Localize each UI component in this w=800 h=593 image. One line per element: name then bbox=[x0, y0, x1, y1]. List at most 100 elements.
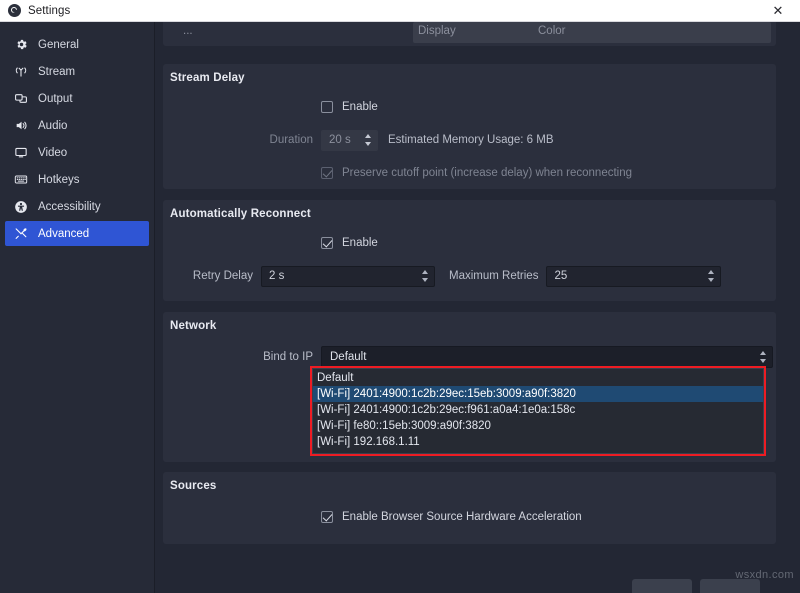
sidebar-item-label: Hotkeys bbox=[38, 174, 80, 186]
sources-title: Sources bbox=[163, 472, 776, 492]
window-title: Settings bbox=[28, 5, 70, 17]
sources-group: Sources Enable Browser Source Hardware A… bbox=[163, 472, 776, 544]
dropdown-option-label: [Wi-Fi] 2401:4900:1c2b:29ec:15eb:3009:a9… bbox=[317, 388, 576, 400]
stream-delay-enable-label[interactable]: Enable bbox=[333, 101, 378, 113]
auto-reconnect-enable-checkbox[interactable] bbox=[321, 237, 333, 249]
browser-hw-accel-label[interactable]: Enable Browser Source Hardware Accelerat… bbox=[333, 511, 582, 523]
dropdown-option-label: [Wi-Fi] 192.168.1.11 bbox=[317, 436, 420, 448]
partial-label-left: ... bbox=[183, 25, 193, 37]
sidebar-item-video[interactable]: Video bbox=[5, 140, 149, 165]
max-retries-stepper[interactable] bbox=[703, 267, 718, 286]
keyboard-icon bbox=[14, 173, 28, 187]
max-retries-value: 25 bbox=[547, 270, 703, 282]
watermark: wsxdn.com bbox=[735, 569, 794, 581]
output-icon bbox=[14, 92, 28, 106]
stream-delay-title: Stream Delay bbox=[163, 64, 776, 84]
max-retries-label: Maximum Retries bbox=[435, 270, 546, 282]
sidebar-item-label: Output bbox=[38, 93, 73, 105]
duration-value: 20 s bbox=[322, 134, 360, 146]
network-title: Network bbox=[163, 312, 776, 332]
preserve-cutoff-checkbox[interactable] bbox=[321, 167, 333, 179]
estimated-memory-usage: Estimated Memory Usage: 6 MB bbox=[378, 134, 554, 146]
broadcast-icon bbox=[14, 65, 28, 79]
partial-group-above: Display ... Color bbox=[163, 22, 776, 46]
sidebar-item-label: General bbox=[38, 39, 79, 51]
combo-stepper-icon[interactable] bbox=[755, 348, 770, 367]
auto-reconnect-enable-row: Enable bbox=[163, 230, 776, 256]
chevron-down-icon[interactable] bbox=[708, 278, 714, 282]
retry-delay-value: 2 s bbox=[262, 270, 417, 282]
stream-delay-group: Stream Delay Enable Duration 20 s bbox=[163, 64, 776, 189]
obs-logo-icon bbox=[8, 4, 21, 17]
settings-content: Display ... Color Stream Delay Enable Du… bbox=[155, 22, 800, 593]
sidebar-item-accessibility[interactable]: Accessibility bbox=[5, 194, 149, 219]
browser-hw-accel-checkbox[interactable] bbox=[321, 511, 333, 523]
chevron-up-icon[interactable] bbox=[760, 351, 766, 355]
tools-icon bbox=[14, 227, 28, 241]
sidebar-item-label: Stream bbox=[38, 66, 75, 78]
sidebar-item-advanced[interactable]: Advanced bbox=[5, 221, 149, 246]
cancel-button[interactable] bbox=[700, 579, 760, 593]
dropdown-option-label: [Wi-Fi] 2401:4900:1c2b:29ec:f961:a0a4:1e… bbox=[317, 404, 575, 416]
dropdown-option-wifi-ipv6-2[interactable]: [Wi-Fi] 2401:4900:1c2b:29ec:f961:a0a4:1e… bbox=[313, 402, 763, 418]
dropdown-option-label: Default bbox=[317, 372, 353, 384]
sidebar-item-hotkeys[interactable]: Hotkeys bbox=[5, 167, 149, 192]
auto-reconnect-enable-label[interactable]: Enable bbox=[333, 237, 378, 249]
sidebar-item-label: Advanced bbox=[38, 228, 89, 240]
chevron-down-icon[interactable] bbox=[365, 142, 371, 146]
max-retries-spinbox[interactable]: 25 bbox=[546, 266, 721, 287]
bind-to-ip-dropdown[interactable]: Default [Wi-Fi] 2401:4900:1c2b:29ec:15eb… bbox=[310, 366, 766, 456]
dropdown-option-label: [Wi-Fi] fe80::15eb:3009:a90f:3820 bbox=[317, 420, 491, 432]
stream-delay-preserve-row: Preserve cutoff point (increase delay) w… bbox=[163, 160, 776, 186]
dropdown-option-wifi-ipv4[interactable]: [Wi-Fi] 192.168.1.11 bbox=[313, 434, 763, 450]
chevron-up-icon[interactable] bbox=[365, 134, 371, 138]
chevron-down-icon[interactable] bbox=[422, 278, 428, 282]
sidebar-item-audio[interactable]: Audio bbox=[5, 113, 149, 138]
dropdown-option-wifi-ipv6-1[interactable]: [Wi-Fi] 2401:4900:1c2b:29ec:15eb:3009:a9… bbox=[313, 386, 763, 402]
sidebar-item-label: Audio bbox=[38, 120, 67, 132]
sidebar-item-general[interactable]: General bbox=[5, 32, 149, 57]
bind-to-ip-combobox[interactable]: Default bbox=[321, 346, 773, 368]
retry-row: Retry Delay 2 s Maximum Retries 25 bbox=[163, 263, 776, 289]
settings-window: Settings ✕ General Stream bbox=[0, 0, 800, 593]
preserve-cutoff-label[interactable]: Preserve cutoff point (increase delay) w… bbox=[333, 167, 632, 179]
duration-spinbox[interactable]: 20 s bbox=[321, 130, 378, 151]
auto-reconnect-group: Automatically Reconnect Enable Retry Del… bbox=[163, 200, 776, 301]
dropdown-option-wifi-linklocal[interactable]: [Wi-Fi] fe80::15eb:3009:a90f:3820 bbox=[313, 418, 763, 434]
retry-delay-spinbox[interactable]: 2 s bbox=[261, 266, 435, 287]
title-bar-left: Settings bbox=[0, 4, 70, 17]
partial-field-left-value: Display bbox=[418, 25, 456, 37]
dialog-button-strip bbox=[155, 579, 800, 593]
bind-to-ip-value: Default bbox=[322, 351, 755, 363]
retry-delay-label: Retry Delay bbox=[163, 270, 261, 282]
duration-label: Duration bbox=[163, 134, 321, 146]
chevron-up-icon[interactable] bbox=[708, 270, 714, 274]
speaker-icon bbox=[14, 119, 28, 133]
accessibility-icon bbox=[14, 200, 28, 214]
chevron-down-icon[interactable] bbox=[760, 359, 766, 363]
title-bar: Settings ✕ bbox=[0, 0, 800, 22]
stream-delay-enable-row: Enable bbox=[163, 94, 776, 120]
gear-icon bbox=[14, 38, 28, 52]
partial-label-right: Color bbox=[538, 25, 565, 37]
ok-button[interactable] bbox=[632, 579, 692, 593]
close-icon[interactable]: ✕ bbox=[756, 0, 800, 21]
stream-delay-duration-row: Duration 20 s Estimated Memory Usage: 6 … bbox=[163, 127, 776, 153]
bind-to-ip-label: Bind to IP bbox=[163, 351, 321, 363]
monitor-icon bbox=[14, 146, 28, 160]
sidebar-item-stream[interactable]: Stream bbox=[5, 59, 149, 84]
duration-stepper[interactable] bbox=[360, 131, 375, 150]
partial-field-right[interactable] bbox=[571, 22, 771, 43]
window-body: General Stream Output Audio bbox=[0, 22, 800, 593]
sidebar-item-label: Video bbox=[38, 147, 67, 159]
sidebar-item-label: Accessibility bbox=[38, 201, 101, 213]
chevron-up-icon[interactable] bbox=[422, 270, 428, 274]
settings-sidebar: General Stream Output Audio bbox=[0, 22, 155, 593]
dropdown-list: Default [Wi-Fi] 2401:4900:1c2b:29ec:15eb… bbox=[312, 368, 764, 454]
retry-delay-stepper[interactable] bbox=[417, 267, 432, 286]
sidebar-item-output[interactable]: Output bbox=[5, 86, 149, 111]
dropdown-option-default[interactable]: Default bbox=[313, 370, 763, 386]
stream-delay-enable-checkbox[interactable] bbox=[321, 101, 333, 113]
auto-reconnect-title: Automatically Reconnect bbox=[163, 200, 776, 220]
browser-accel-row: Enable Browser Source Hardware Accelerat… bbox=[163, 504, 776, 530]
